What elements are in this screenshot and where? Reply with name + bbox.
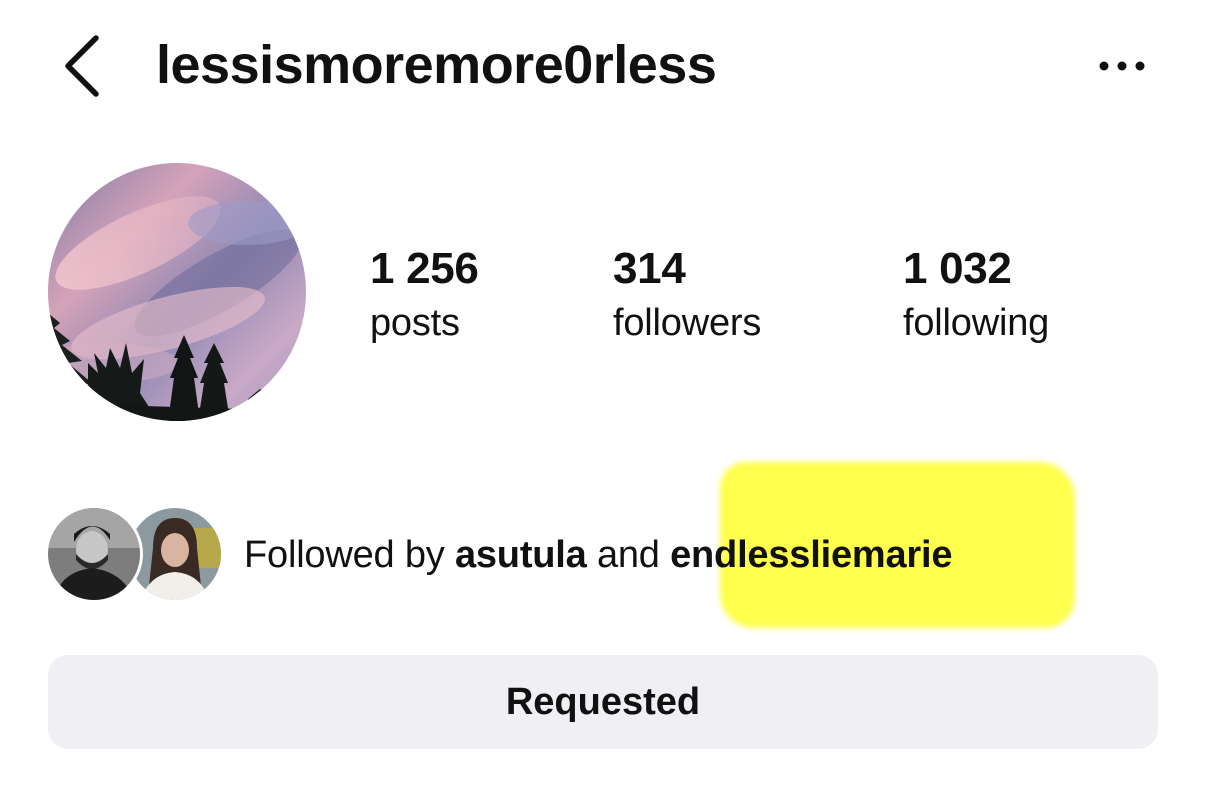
profile-header: lessismoremore0rless [0, 0, 1206, 135]
mutual-avatar-asutula[interactable] [45, 505, 143, 603]
more-horizontal-icon [1099, 61, 1145, 71]
mutual-user-asutula[interactable]: asutula [455, 534, 587, 576]
followers-label: followers [613, 302, 762, 344]
following-label: following [903, 302, 1050, 344]
followed-by-text: Followed by asutula and endlessliemarie [244, 527, 952, 583]
posts-label: posts [370, 302, 460, 344]
profile-username: lessismoremore0rless [156, 35, 717, 95]
posts-count: 1 256 [370, 244, 479, 293]
followed-by-conjunction: and [596, 534, 660, 576]
followed-by-prefix: Followed by [244, 534, 445, 576]
followers-count: 314 [613, 244, 686, 293]
stat-posts[interactable]: 1 256 posts [370, 242, 479, 350]
requested-button[interactable]: Requested [48, 655, 1158, 749]
back-button[interactable] [52, 30, 112, 102]
stat-following[interactable]: 1 032 following [903, 242, 1049, 350]
following-count: 1 032 [903, 244, 1012, 293]
profile-avatar[interactable] [48, 163, 306, 421]
chevron-left-icon [65, 35, 99, 97]
mutual-user-endlessliemarie[interactable]: endlessliemarie [670, 534, 952, 576]
stat-followers[interactable]: 314 followers [613, 242, 761, 350]
more-options-button[interactable] [1092, 46, 1152, 86]
